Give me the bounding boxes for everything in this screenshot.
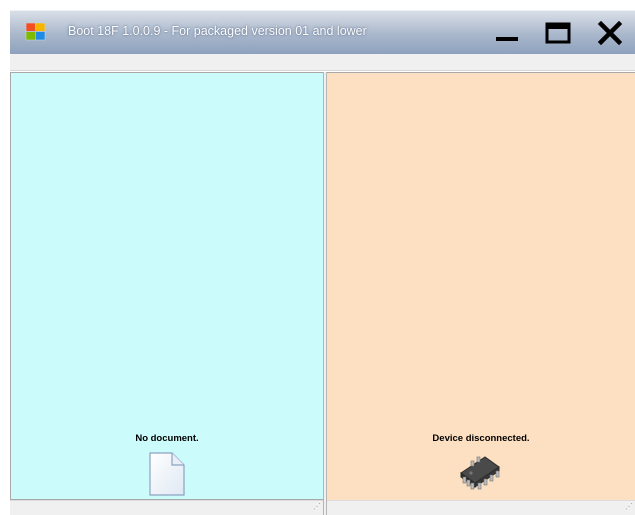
close-button[interactable] bbox=[596, 21, 624, 45]
document-pane[interactable]: No document. bbox=[10, 72, 323, 500]
chip-icon bbox=[451, 451, 507, 496]
left-status-bar: ⋰ bbox=[10, 500, 323, 515]
document-status: No document. bbox=[135, 433, 199, 444]
device-status: Device disconnected. bbox=[432, 433, 530, 444]
document-icon bbox=[147, 451, 187, 502]
close-icon bbox=[596, 21, 624, 45]
minimize-icon bbox=[494, 21, 522, 45]
resize-grip-icon[interactable]: ⋰ bbox=[313, 503, 321, 511]
menu-strip bbox=[10, 54, 635, 71]
windows-app-icon bbox=[25, 22, 47, 42]
device-pane[interactable]: Device disconnected. bbox=[327, 72, 635, 500]
maximize-button[interactable] bbox=[544, 21, 572, 45]
title-bar[interactable]: Boot 18F 1.0.0.9 - For packaged version … bbox=[10, 10, 635, 54]
minimize-button[interactable] bbox=[494, 21, 522, 45]
window-title: Boot 18F 1.0.0.9 - For packaged version … bbox=[68, 24, 367, 38]
resize-grip-icon[interactable]: ⋰ bbox=[625, 503, 633, 511]
right-status-bar: ⋰ bbox=[327, 500, 635, 515]
maximize-icon bbox=[544, 21, 572, 45]
